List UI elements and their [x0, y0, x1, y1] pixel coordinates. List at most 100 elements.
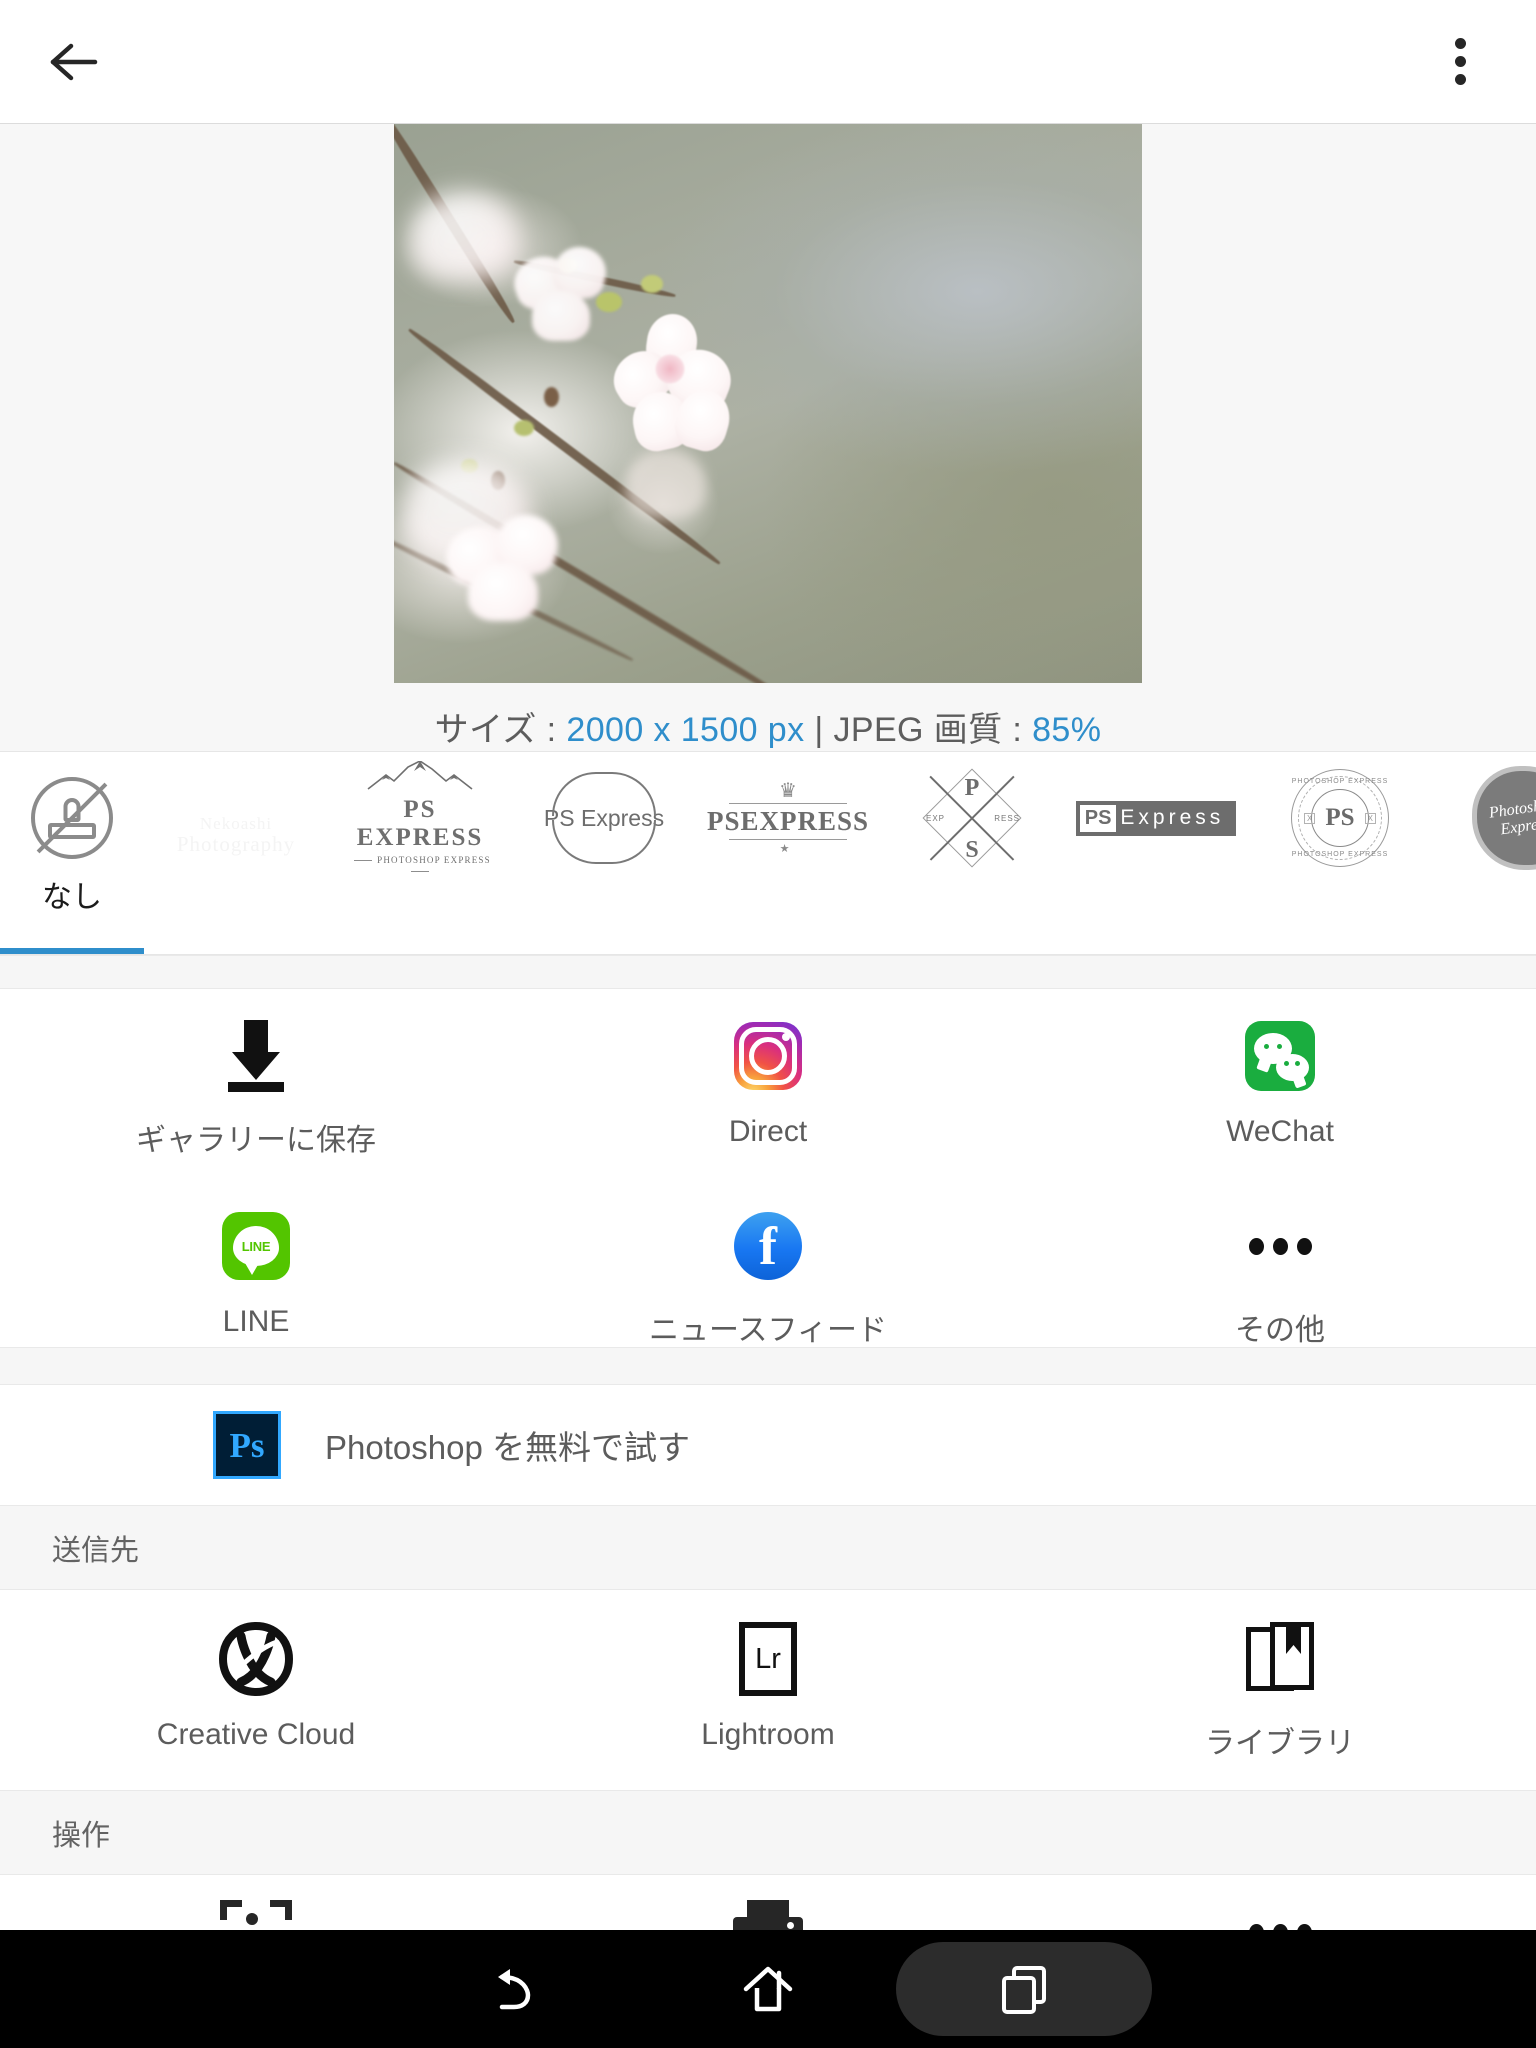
watermark-option-ps-express-mountain[interactable]: PS EXPRESS PHOTOSHOP EXPRESS [328, 752, 512, 954]
arc-watermark-art: PS Express [532, 766, 676, 870]
overflow-menu-button[interactable] [1422, 24, 1498, 100]
send-to-label: Creative Cloud [156, 1718, 356, 1751]
divider-band [0, 1347, 1536, 1385]
more-vertical-icon-dot [1454, 56, 1466, 67]
line-wordmark: LINE [241, 1238, 271, 1254]
seal-mark-left: X [1304, 813, 1316, 824]
share-wechat[interactable]: WeChat [1024, 1017, 1536, 1159]
action-set-as-wallpaper[interactable] [0, 1893, 512, 1930]
nav-back-icon [498, 1969, 531, 2010]
try-photoshop-row[interactable]: Ps Photoshop を無料で試す [0, 1385, 1536, 1505]
watermark-option-psexpress-crown[interactable]: ♛ PSEXPRESS ★ [696, 752, 880, 954]
size-label: サイズ : [434, 711, 557, 749]
watermark-option-ps-seal[interactable]: PHOTOSHOP EXPRESS PHOTOSHOP EXPRESS X X … [1248, 752, 1432, 954]
size-divider: | [814, 711, 824, 749]
nav-recents-button[interactable] [896, 1930, 1152, 2048]
watermark-option-photoshop-express-wax[interactable]: Photoshop Express [1432, 752, 1536, 954]
nekoashi-line1: Nekoashi [199, 814, 273, 834]
seal-center: PS [1325, 804, 1355, 831]
quality-value: 85% [1032, 711, 1102, 749]
quality-label: JPEG 画質 : [833, 711, 1023, 749]
bud [640, 274, 663, 293]
watermark-option-ps-express-arc[interactable]: PS Express [512, 752, 696, 954]
cherry-blossom-photo[interactable] [394, 124, 1142, 683]
blossom-main [506, 241, 624, 345]
wax-watermark-art: Photoshop Express [1452, 766, 1536, 870]
share-targets: ギャラリーに保存 Direct WeChat LINE LINE f ニュースフ… [0, 989, 1536, 1347]
send-to-label: Lightroom [701, 1718, 835, 1751]
blossom-soft [408, 191, 519, 282]
send-to-targets: Creative Cloud Lr Lightroom ライブラリ [0, 1590, 1536, 1790]
section-title: 送信先 [52, 1534, 140, 1567]
crown-title: PSEXPRESS [706, 806, 870, 836]
share-line[interactable]: LINE LINE [0, 1207, 512, 1349]
mountain-icon [367, 759, 473, 790]
divider-band [0, 955, 1536, 989]
share-more[interactable]: その他 [1024, 1207, 1536, 1349]
nekoashi-watermark-art: Nekoashi Photography [164, 766, 308, 870]
share-row-2: LINE LINE ニュースフィード その他 [0, 1159, 1536, 1349]
android-nav-bar [0, 1930, 1536, 2048]
section-title: 操作 [52, 1819, 111, 1852]
diamond-left-word: EXP [926, 814, 946, 823]
crown-icon: ♛ [779, 780, 797, 802]
send-to-library[interactable]: ライブラリ [1024, 1620, 1536, 1762]
actions-row [0, 1875, 1536, 1930]
blossom-main [439, 509, 576, 623]
nav-home-button[interactable] [640, 1930, 896, 2048]
seal-bottom-text: PHOTOSHOP EXPRESS [1291, 851, 1389, 858]
section-header-actions: 操作 [0, 1790, 1536, 1875]
mountain-subtitle: PHOTOSHOP EXPRESS [377, 855, 491, 866]
mountain-title: PS EXPRESS [356, 795, 484, 851]
seal-watermark-art: PHOTOSHOP EXPRESS PHOTOSHOP EXPRESS X X … [1268, 766, 1412, 870]
size-value: 2000 x 1500 px [566, 711, 805, 749]
watermark-option-nekoashi[interactable]: Nekoashi Photography [144, 752, 328, 954]
bud [543, 386, 559, 407]
try-photoshop-label: Photoshop を無料で試す [325, 1429, 690, 1466]
share-label: その他 [1235, 1314, 1325, 1347]
nav-recents-icon [1002, 1966, 1046, 2014]
download-icon [226, 1017, 286, 1095]
more-horizontal-icon [1248, 1207, 1312, 1285]
facebook-icon [734, 1207, 802, 1285]
wallpaper-icon [216, 1893, 296, 1930]
send-to-row: Creative Cloud Lr Lightroom ライブラリ [0, 1590, 1536, 1762]
action-targets [0, 1875, 1536, 1930]
more-horizontal-icon [1248, 1893, 1312, 1930]
share-label: WeChat [1226, 1115, 1334, 1148]
watermark-option-ps-express-box[interactable]: PS Express [1064, 752, 1248, 954]
lightroom-icon: Lr [739, 1620, 797, 1698]
action-print[interactable] [512, 1893, 1024, 1930]
photoshop-icon: Ps [213, 1411, 281, 1479]
library-icon [1246, 1620, 1314, 1698]
instagram-icon [734, 1017, 802, 1095]
box-ps: PS [1079, 804, 1117, 832]
send-to-lightroom[interactable]: Lr Lightroom [512, 1620, 1024, 1762]
nav-home-icon [743, 1966, 793, 2012]
watermark-option-ps-diamond[interactable]: P S EXP RESS [880, 752, 1064, 954]
arrow-left-icon [50, 43, 98, 80]
share-save-to-gallery[interactable]: ギャラリーに保存 [0, 1017, 512, 1159]
share-facebook-news-feed[interactable]: ニュースフィード [512, 1207, 1024, 1349]
share-label: Direct [728, 1115, 808, 1148]
photoshop-badge-text: Ps [229, 1425, 265, 1465]
seal-top-text: PHOTOSHOP EXPRESS [1291, 778, 1389, 785]
diamond-watermark-art: P S EXP RESS [900, 766, 1044, 870]
share-row-1: ギャラリーに保存 Direct WeChat [0, 989, 1536, 1159]
watermark-carousel[interactable]: なし Nekoashi Photography PS EXPRESS PHOTO… [0, 751, 1536, 955]
share-instagram-direct[interactable]: Direct [512, 1017, 1024, 1159]
line-icon: LINE [222, 1207, 290, 1285]
no-stamp-icon [0, 766, 144, 870]
nekoashi-line2: Photography [176, 831, 296, 856]
send-to-label: ライブラリ [1205, 1727, 1355, 1760]
share-label: ギャラリーに保存 [136, 1124, 376, 1157]
diamond-letter-bottom: S [965, 837, 979, 863]
send-to-creative-cloud[interactable]: Creative Cloud [0, 1620, 512, 1762]
back-button[interactable] [38, 24, 114, 100]
watermark-option-none[interactable]: なし [0, 752, 144, 954]
action-more[interactable] [1024, 1893, 1536, 1930]
nav-back-button[interactable] [384, 1930, 640, 2048]
box-word: Express [1120, 806, 1225, 829]
diamond-letter-top: P [964, 775, 980, 801]
more-vertical-icon-dot [1454, 38, 1466, 49]
